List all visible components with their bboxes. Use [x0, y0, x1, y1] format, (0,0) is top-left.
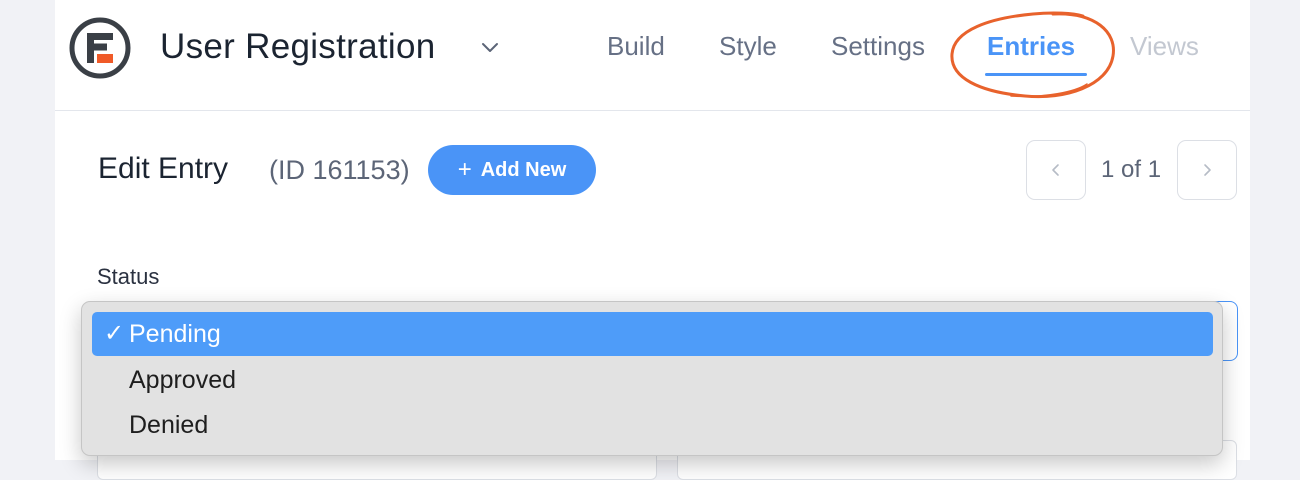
tab-style[interactable]: Style	[719, 31, 777, 62]
tab-views[interactable]: Views	[1130, 31, 1199, 62]
chevron-down-icon[interactable]	[479, 36, 501, 58]
form-title: User Registration	[160, 27, 436, 66]
tab-entries[interactable]: Entries	[987, 31, 1075, 62]
chevron-right-icon	[1204, 164, 1211, 176]
pagination-count: 1 of 1	[1101, 156, 1162, 183]
tab-settings[interactable]: Settings	[831, 31, 925, 62]
top-navigation-bar: User Registration Build Style Settings E…	[55, 0, 1250, 111]
status-option-label: Approved	[129, 366, 237, 394]
add-new-button[interactable]: + Add New	[428, 145, 596, 195]
status-option-label: Pending	[129, 320, 221, 348]
status-dropdown-menu: ✓ Pending Approved Denied	[81, 301, 1223, 456]
page-title: Edit Entry	[98, 152, 229, 185]
add-new-label: Add New	[480, 158, 567, 181]
entry-id: (ID 161153)	[269, 155, 410, 185]
formidable-logo-icon[interactable]	[68, 16, 132, 80]
status-option-label: Denied	[129, 411, 209, 439]
previous-entry-button[interactable]	[1026, 140, 1086, 200]
tab-build[interactable]: Build	[607, 31, 665, 62]
next-entry-button[interactable]	[1177, 140, 1237, 200]
checkmark-icon: ✓	[104, 320, 125, 347]
plus-icon: +	[457, 156, 472, 183]
active-tab-indicator	[985, 73, 1087, 76]
chevron-left-icon	[1052, 164, 1059, 176]
status-option-approved[interactable]: Approved	[92, 358, 1213, 402]
status-label: Status	[97, 264, 160, 289]
status-option-denied[interactable]: Denied	[92, 403, 1213, 447]
status-option-pending[interactable]: ✓ Pending	[92, 312, 1213, 356]
